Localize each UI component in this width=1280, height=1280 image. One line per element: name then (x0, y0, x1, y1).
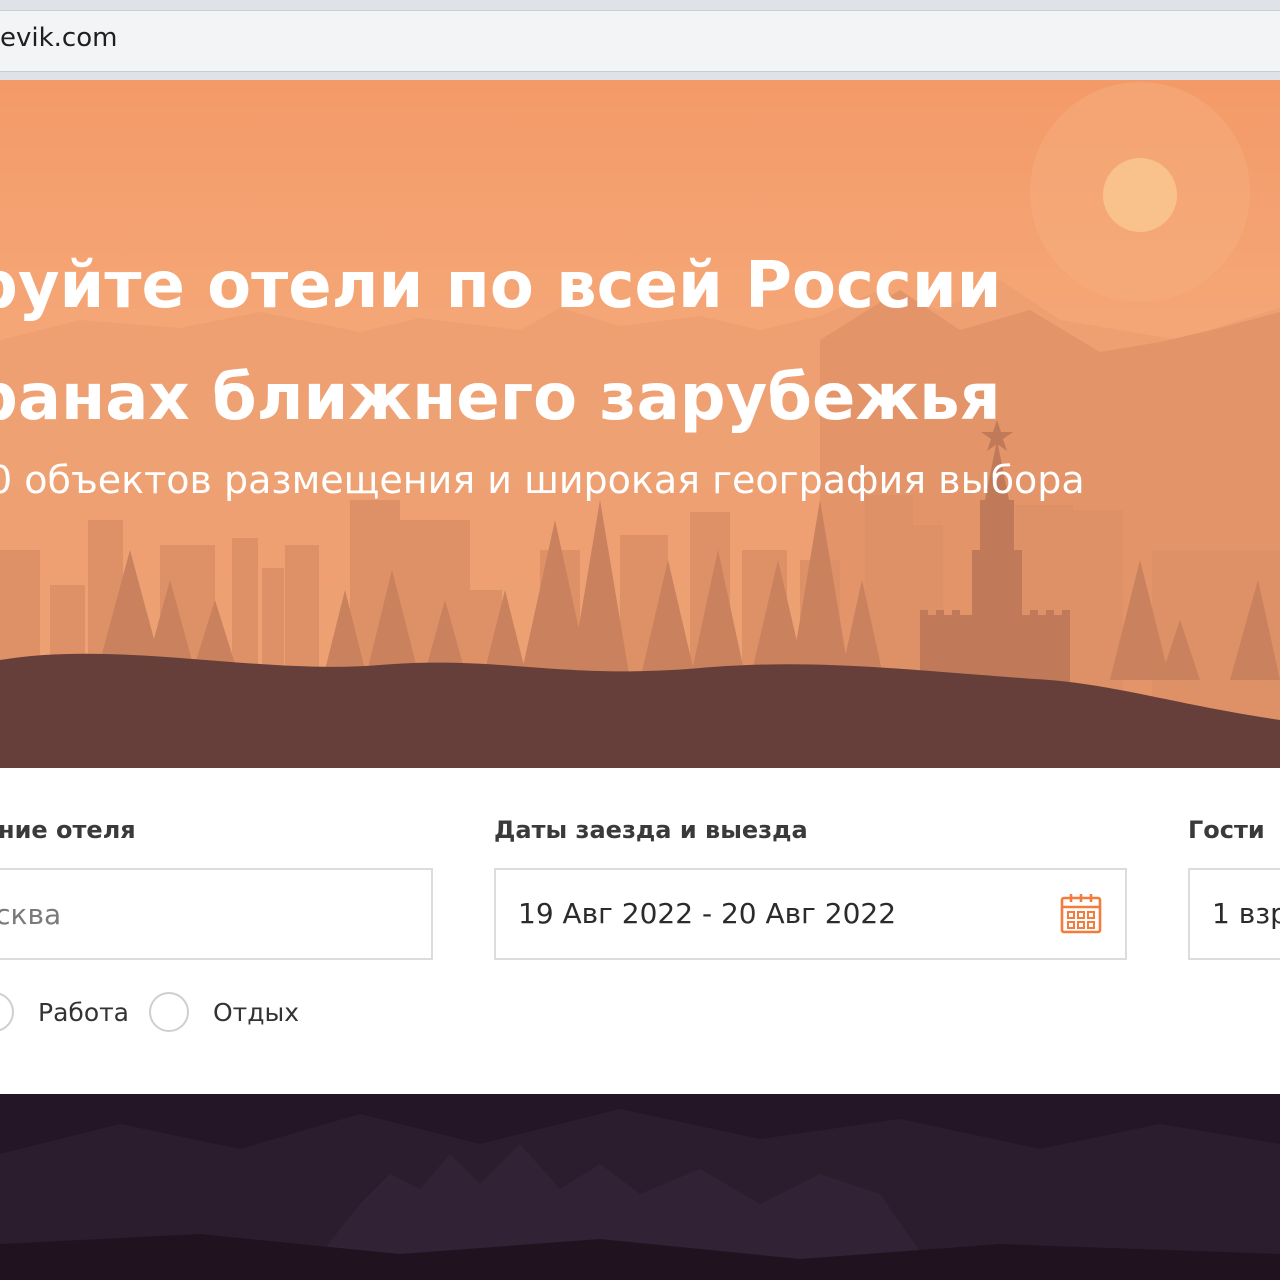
calendar-icon[interactable] (1059, 892, 1103, 936)
hotel-name-input[interactable] (0, 870, 431, 958)
dates-label: Даты заезда и выезда (494, 816, 808, 844)
hotel-search-form: ние отеля Даты заезда и выезда Гости 19 … (0, 768, 1280, 1094)
hero-title-line2: ранах ближнего зарубежья (0, 361, 1001, 435)
radio-leisure-label[interactable]: Отдых (213, 998, 299, 1027)
hotel-name-field[interactable] (0, 868, 433, 960)
hero-subtitle: 0 объектов размещения и широкая географи… (0, 458, 1085, 502)
radio-work-label[interactable]: Работа (38, 998, 129, 1027)
hero-title-line1: руйте отели по всей России (0, 249, 1002, 323)
dates-field[interactable]: 19 Авг 2022 - 20 Авг 2022 (494, 868, 1127, 960)
radio-work[interactable] (0, 992, 14, 1032)
hero-banner: руйте отели по всей России ранах ближнег… (0, 80, 1280, 768)
radio-leisure[interactable] (149, 992, 189, 1032)
browser-toolbar: evik.com (0, 0, 1280, 80)
hotel-name-label: ние отеля (0, 816, 136, 844)
trip-purpose-group: Работа Отдых (0, 990, 319, 1034)
address-url[interactable]: evik.com (0, 23, 117, 53)
guests-value: 1 взр (1212, 897, 1280, 930)
address-bar[interactable]: evik.com (0, 10, 1280, 72)
guests-field[interactable]: 1 взр (1188, 868, 1280, 960)
dates-value: 19 Авг 2022 - 20 Авг 2022 (518, 897, 897, 930)
footer-background (0, 1094, 1280, 1280)
guests-label: Гости (1188, 816, 1265, 844)
dark-landscape-illustration (0, 1109, 1280, 1280)
hero-title: руйте отели по всей России ранах ближнег… (0, 230, 1280, 454)
